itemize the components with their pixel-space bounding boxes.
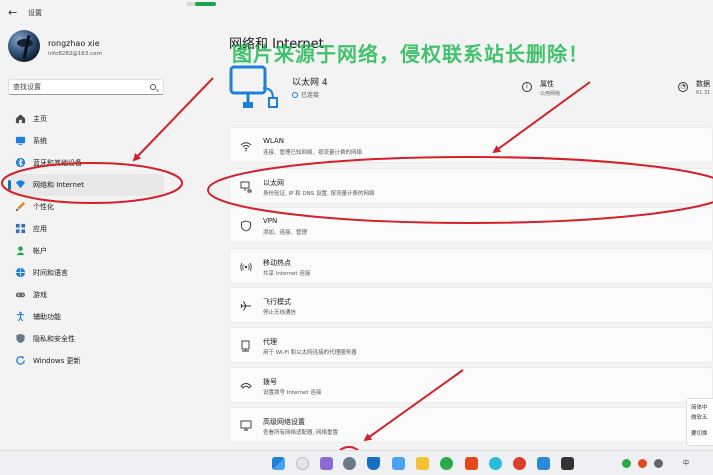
- gaming-icon: [15, 289, 26, 300]
- ethernet-icon: [240, 181, 252, 193]
- time-language-icon: [15, 267, 26, 278]
- windows-update-icon: [15, 355, 26, 366]
- brush-icon: [15, 201, 26, 212]
- sidebar-nav: 主页 系统 蓝牙和其他设备 网络和 Internet 个性化 应用 帐户 时间和…: [8, 108, 168, 372]
- title-drag-indicator: [186, 2, 216, 6]
- privacy-shield-icon: [15, 333, 26, 344]
- dialup-icon: [240, 380, 252, 392]
- ime-indicator[interactable]: 中: [683, 458, 689, 467]
- bluetooth-icon: [15, 157, 26, 168]
- sidebar-item-time-language[interactable]: 时间和语言: [8, 262, 164, 284]
- connection-status: 已连接: [292, 90, 319, 99]
- search-icon[interactable]: [150, 84, 156, 90]
- card-advanced-network[interactable]: 高级网络设置 查看所有网络适配器, 网络重置: [229, 407, 713, 443]
- sidebar-item-personalization[interactable]: 个性化: [8, 196, 164, 218]
- wifi-icon: [240, 140, 252, 152]
- avatar[interactable]: [8, 30, 40, 62]
- edge-icon[interactable]: [489, 457, 502, 470]
- sidebar-item-network[interactable]: 网络和 Internet: [8, 174, 164, 196]
- card-proxy[interactable]: 代理 用于 Wi-Fi 和以太网连接的代理服务器: [229, 327, 713, 363]
- apps-icon: [15, 223, 26, 234]
- card-ethernet[interactable]: 以太网 身份验证, IP 和 DNS 设置, 按流量计费的网络: [229, 168, 713, 204]
- watermark-text: 图片来源于网络，侵权联系站长删除！: [232, 42, 589, 66]
- account-name: rongzhao xie: [48, 39, 100, 48]
- tray-red-icon[interactable]: [638, 459, 647, 468]
- data-usage-icon: ◔: [678, 82, 688, 92]
- home-icon: [15, 113, 26, 124]
- airplane-icon: [240, 300, 252, 312]
- card-mobile-hotspot[interactable]: 移动热点 共享 Internet 连接: [229, 248, 713, 284]
- sidebar-item-apps[interactable]: 应用: [8, 218, 164, 240]
- app-icon-red[interactable]: [465, 457, 478, 470]
- app-title: 设置: [28, 9, 42, 17]
- sidebar-item-privacy[interactable]: 隐私和安全性: [8, 328, 164, 350]
- accessibility-icon: [15, 311, 26, 322]
- search-input[interactable]: [13, 81, 143, 93]
- sidebar-item-accessibility[interactable]: 辅助功能: [8, 306, 164, 328]
- taskbar: 中: [0, 450, 713, 475]
- ime-notification-popup[interactable]: 简体中 微软五 要切换: [686, 398, 713, 446]
- account-icon: [15, 245, 26, 256]
- title-bar: ← 设置: [0, 0, 713, 28]
- tray-gray-icon[interactable]: [654, 459, 663, 468]
- card-wlan[interactable]: WLAN 连接、管理已知网络、按流量计费的网络: [229, 127, 713, 163]
- status-dot-icon: [292, 92, 298, 98]
- terminal-icon[interactable]: [561, 457, 574, 470]
- file-explorer-icon[interactable]: [416, 457, 429, 470]
- defender-shield-icon[interactable]: [367, 457, 380, 470]
- chrome-icon[interactable]: [440, 457, 453, 470]
- sidebar-item-windows-update[interactable]: Windows 更新: [8, 350, 164, 372]
- settings-gear-icon[interactable]: [343, 457, 356, 470]
- photos-icon[interactable]: [392, 457, 405, 470]
- advanced-network-icon: [240, 420, 252, 432]
- vpn-shield-icon: [240, 220, 252, 232]
- card-dialup[interactable]: 拨号 设置拨号 Internet 连接: [229, 367, 713, 403]
- sidebar-item-accounts[interactable]: 帐户: [8, 240, 164, 262]
- account-email: info8282@163.com: [48, 51, 102, 57]
- connection-summary: 以太网 4 已连接 i 属性 公用网络 ◔ 数据 61.31: [229, 64, 713, 114]
- sidebar-item-bluetooth[interactable]: 蓝牙和其他设备: [8, 152, 164, 174]
- connection-name: 以太网 4: [292, 78, 328, 88]
- sidebar-item-home[interactable]: 主页: [8, 108, 164, 130]
- search-box[interactable]: [8, 79, 164, 95]
- system-icon: [15, 135, 26, 146]
- app-icon-blue[interactable]: [537, 457, 550, 470]
- back-arrow-icon[interactable]: ←: [8, 7, 20, 19]
- copilot-icon[interactable]: [320, 457, 333, 470]
- card-airplane-mode[interactable]: 飞行模式 停止无线通信: [229, 287, 713, 323]
- hotspot-icon: [240, 261, 252, 273]
- search-taskbar-icon[interactable]: [296, 457, 309, 470]
- proxy-icon: [240, 340, 252, 352]
- tray-green-icon[interactable]: [622, 459, 631, 468]
- info-icon: i: [522, 82, 532, 92]
- sidebar-item-gaming[interactable]: 游戏: [8, 284, 164, 306]
- ethernet-large-icon: [229, 64, 281, 112]
- windows-start-icon[interactable]: [272, 457, 285, 470]
- sidebar-item-system[interactable]: 系统: [8, 130, 164, 152]
- browser-icon[interactable]: [513, 457, 526, 470]
- network-icon: [15, 179, 26, 190]
- card-vpn[interactable]: VPN 添加、连接、管理: [229, 207, 713, 243]
